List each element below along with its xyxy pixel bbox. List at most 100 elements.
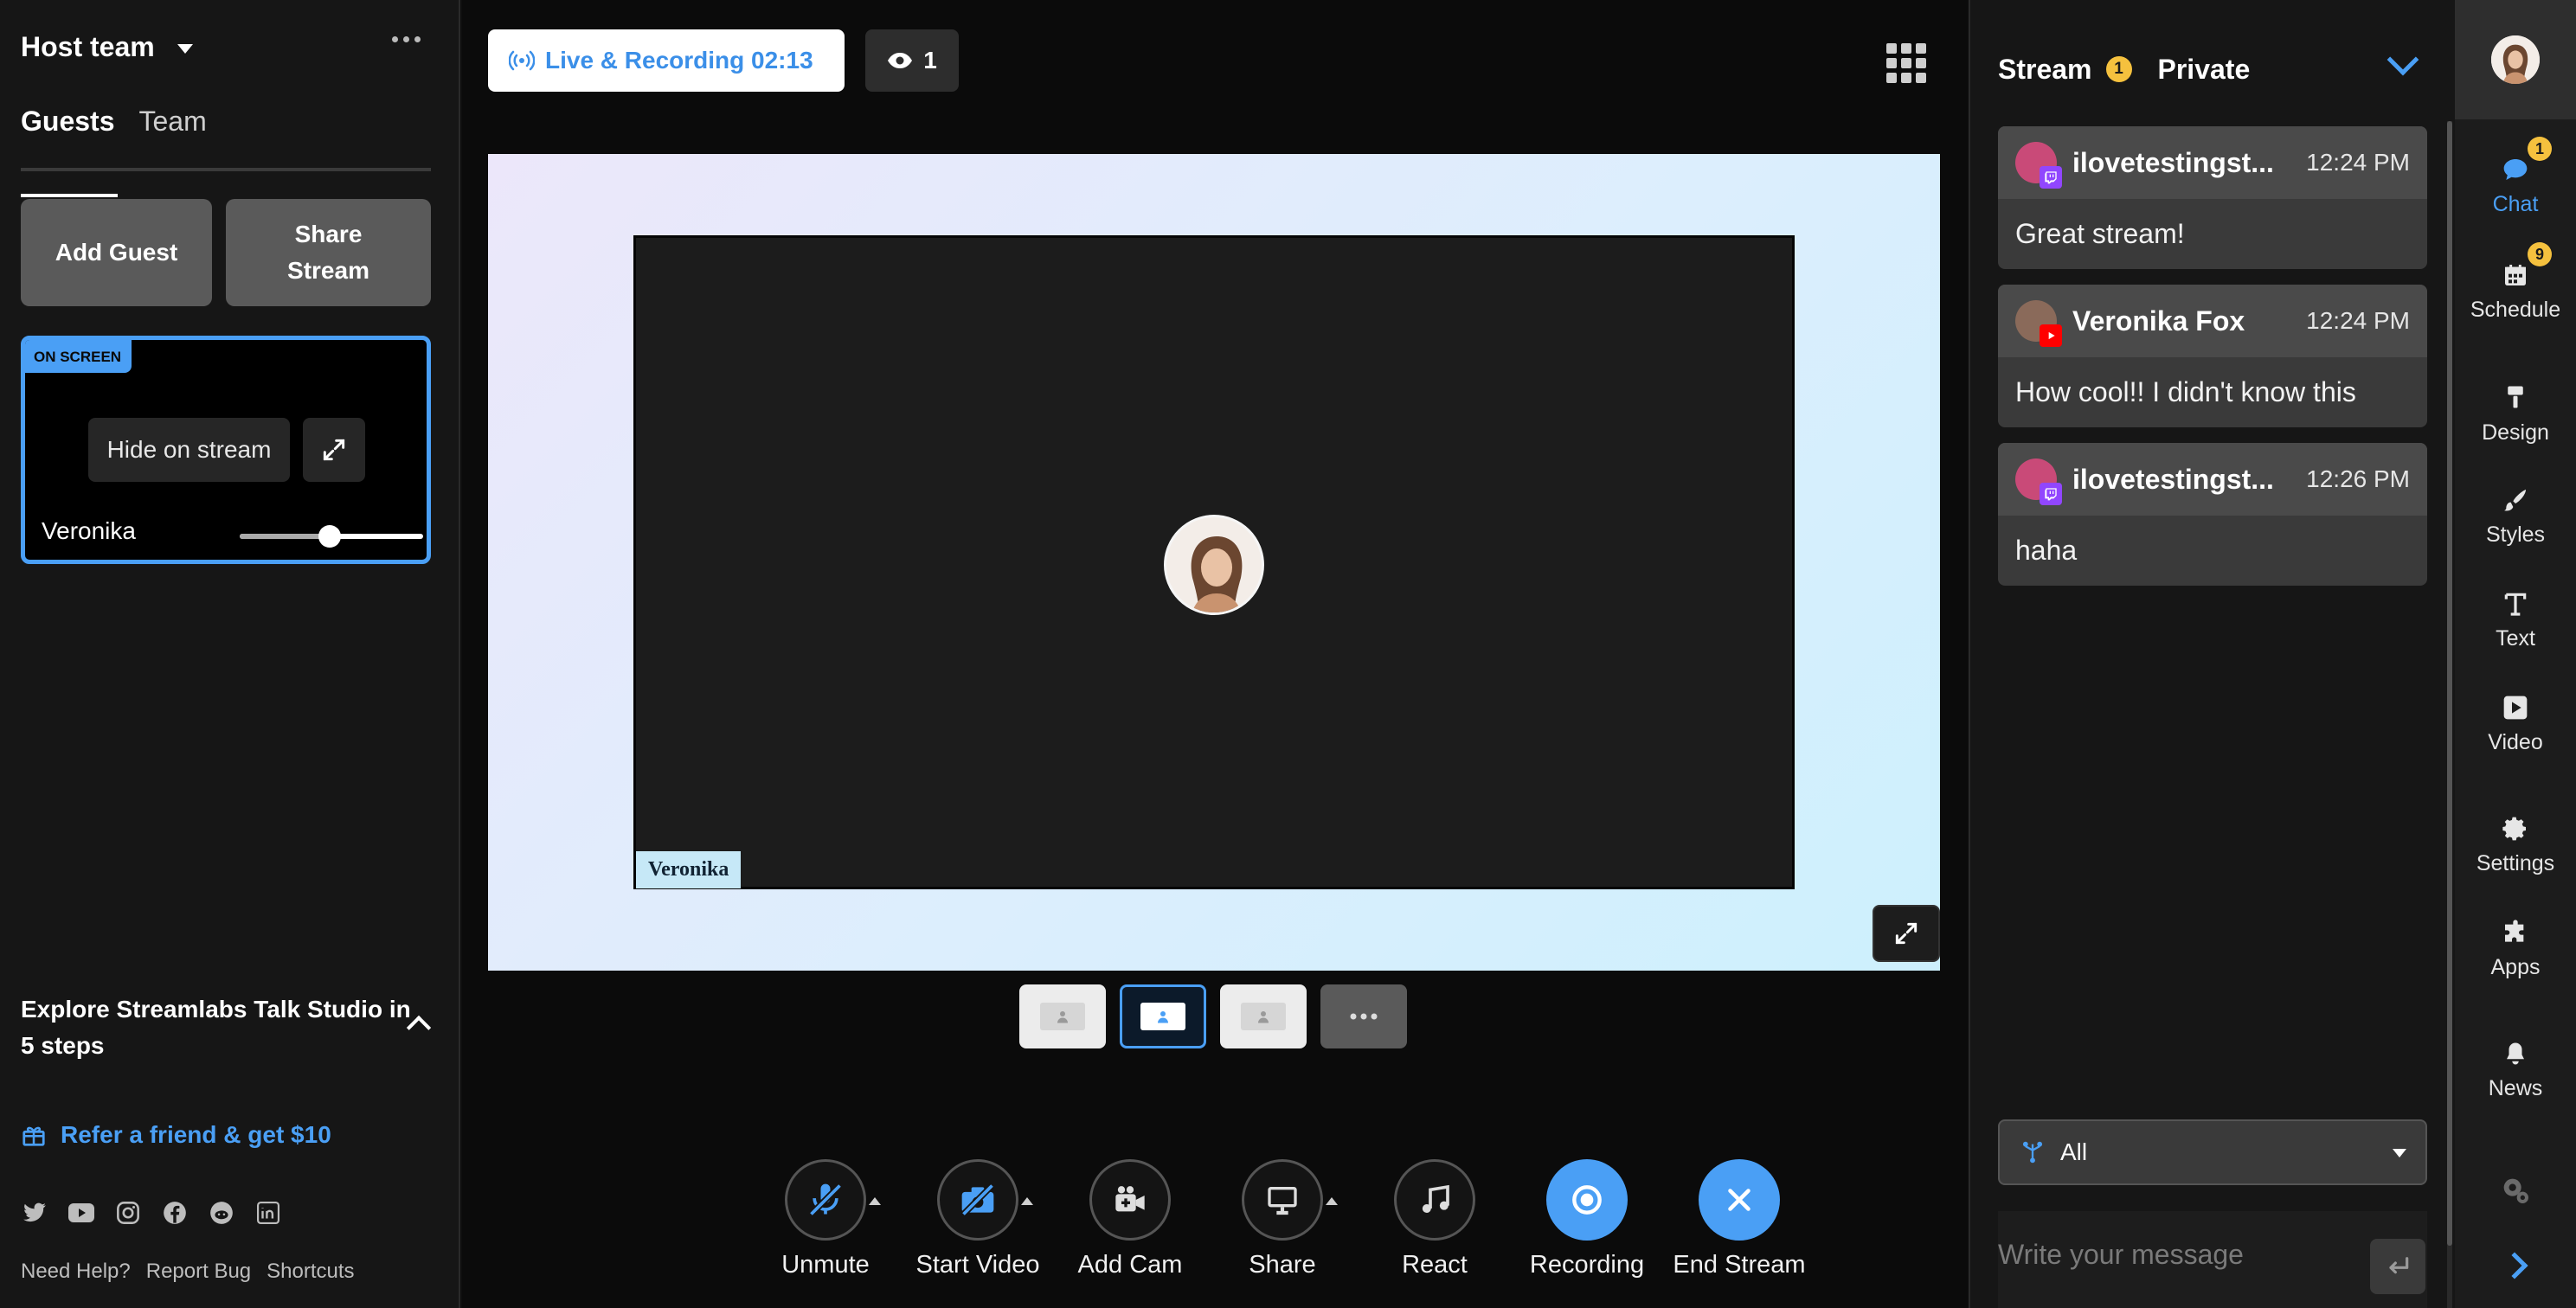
need-help-link[interactable]: Need Help?: [21, 1260, 131, 1284]
avatar[interactable]: [2491, 35, 2540, 84]
team-selector[interactable]: Host team: [21, 31, 193, 63]
instagram-icon[interactable]: [114, 1199, 142, 1227]
gear-icon: [2502, 817, 2526, 841]
gears-icon: [2503, 1178, 2528, 1203]
rail-item-news[interactable]: News: [2455, 1040, 2576, 1101]
more-layouts-icon[interactable]: [1320, 984, 1407, 1048]
caret-up-icon[interactable]: [1326, 1197, 1338, 1205]
chat-text: haha: [2015, 535, 2078, 566]
twitter-icon[interactable]: [21, 1199, 48, 1227]
monitor-icon: [1268, 1187, 1297, 1215]
rail-label-design: Design: [2482, 420, 2549, 445]
rail-item-settings[interactable]: Settings: [2455, 815, 2576, 876]
tab-stream[interactable]: Stream: [1998, 52, 2092, 86]
guest-video-tile[interactable]: Veronika: [633, 235, 1795, 889]
rail-label-news: News: [2488, 1076, 2543, 1100]
calendar-icon: [2505, 265, 2526, 285]
volume-slider[interactable]: [240, 525, 423, 548]
more-options-icon[interactable]: [392, 36, 421, 42]
rail-label-styles: Styles: [2485, 523, 2546, 547]
chat-messages: ilovetestingst... 12:24 PM Great stream!…: [1998, 126, 2427, 601]
unmute-button[interactable]: Unmute: [756, 1159, 895, 1279]
schedule-badge: 9: [2528, 242, 2552, 266]
chat-tabs: Stream 1 Private: [1998, 52, 2250, 86]
rail-item-extensions[interactable]: [2455, 1173, 2576, 1208]
user-avatar: [2015, 142, 2062, 189]
chat-message-input[interactable]: [1998, 1211, 2344, 1298]
rail-item-chat[interactable]: 1 Chat: [2455, 137, 2576, 217]
chevron-right-icon[interactable]: [2501, 1252, 2528, 1279]
mic-off-icon: [808, 1183, 843, 1217]
footer-links: Need Help? Report Bug Shortcuts: [21, 1260, 355, 1284]
report-bug-link[interactable]: Report Bug: [146, 1260, 251, 1284]
react-button[interactable]: React: [1365, 1159, 1504, 1279]
chat-timestamp: 12:24 PM: [2306, 307, 2410, 334]
fullscreen-icon[interactable]: [1873, 905, 1940, 962]
chat-filter-select[interactable]: All: [1998, 1119, 2427, 1185]
tab-team[interactable]: Team: [138, 104, 206, 168]
layout-option[interactable]: [1019, 984, 1106, 1048]
guest-card[interactable]: ON SCREEN Hide on stream Veronika: [21, 336, 431, 564]
right-rail: 1 Chat 9 Schedule Design Styles Text Vid…: [2455, 0, 2576, 1308]
end-stream-button[interactable]: End Stream: [1670, 1159, 1808, 1279]
twitch-icon: [2040, 166, 2062, 189]
hide-on-stream-button[interactable]: Hide on stream: [88, 418, 290, 482]
youtube-icon: [2040, 324, 2062, 347]
chat-panel: Stream 1 Private ilovetestingst... 12:24…: [1969, 0, 2455, 1308]
start-video-button[interactable]: Start Video: [909, 1159, 1047, 1279]
camera-off-icon: [960, 1183, 995, 1217]
add-cam-label: Add Cam: [1077, 1251, 1183, 1279]
tab-private[interactable]: Private: [2158, 52, 2251, 86]
explore-steps-title[interactable]: Explore Streamlabs Talk Studio in 5 step…: [21, 991, 419, 1064]
facebook-icon[interactable]: [161, 1199, 189, 1227]
control-bar: Unmute Start Video Add Cam Share React R…: [462, 1159, 1968, 1298]
recording-button[interactable]: Recording: [1518, 1159, 1656, 1279]
expand-icon[interactable]: [303, 418, 365, 482]
add-guest-button[interactable]: Add Guest: [21, 199, 212, 306]
share-button[interactable]: Share: [1213, 1159, 1352, 1279]
play-icon: [2503, 696, 2528, 720]
youtube-icon[interactable]: [67, 1199, 95, 1227]
guest-name: Veronika: [42, 517, 136, 544]
rail-item-apps[interactable]: Apps: [2455, 919, 2576, 980]
chat-text: How cool!! I didn't know this: [2015, 376, 2356, 407]
chat-username: ilovetestingst...: [2072, 463, 2274, 495]
linkedin-icon[interactable]: [254, 1199, 282, 1227]
chat-filter-value: All: [2060, 1138, 2088, 1165]
share-stream-button[interactable]: Share Stream: [226, 199, 431, 306]
refer-friend-label: Refer a friend & get $10: [61, 1121, 331, 1148]
rail-item-styles[interactable]: Styles: [2455, 486, 2576, 548]
rail-item-schedule[interactable]: 9 Schedule: [2455, 242, 2576, 323]
chat-text: Great stream!: [2015, 218, 2185, 249]
shortcuts-link[interactable]: Shortcuts: [267, 1260, 354, 1284]
layout-option[interactable]: [1220, 984, 1307, 1048]
add-cam-button[interactable]: Add Cam: [1061, 1159, 1199, 1279]
reddit-icon[interactable]: [208, 1199, 235, 1227]
chat-scrollbar[interactable]: [2447, 121, 2452, 1308]
share-label: Share: [1249, 1251, 1316, 1279]
rail-item-video[interactable]: Video: [2455, 694, 2576, 755]
rail-label-apps: Apps: [2490, 955, 2541, 979]
viewer-count-value: 1: [923, 47, 937, 74]
stream-canvas: Veronika: [488, 154, 1940, 971]
chat-bubble-icon: [2503, 159, 2528, 180]
refer-friend-link[interactable]: Refer a friend & get $10: [21, 1121, 331, 1149]
unmute-label: Unmute: [781, 1251, 870, 1279]
chat-message: ilovetestingst... 12:26 PM haha: [1998, 443, 2427, 586]
layout-option-selected[interactable]: [1120, 984, 1206, 1048]
platforms-icon: [2022, 1141, 2043, 1164]
grid-menu-icon[interactable]: [1886, 43, 1926, 83]
enter-icon[interactable]: [2370, 1239, 2425, 1294]
volume-slider-knob[interactable]: [318, 525, 341, 548]
viewer-count: 1: [865, 29, 959, 92]
caret-up-icon[interactable]: [1021, 1197, 1033, 1205]
end-stream-label: End Stream: [1673, 1251, 1806, 1279]
social-links: [21, 1199, 282, 1227]
rail-item-text[interactable]: Text: [2455, 590, 2576, 651]
twitch-icon: [2040, 483, 2062, 505]
caret-up-icon[interactable]: [869, 1197, 881, 1205]
tab-guests[interactable]: Guests: [21, 104, 119, 197]
text-icon: [2504, 593, 2527, 616]
rail-item-design[interactable]: Design: [2455, 382, 2576, 446]
chevron-down-icon[interactable]: [2386, 43, 2419, 76]
